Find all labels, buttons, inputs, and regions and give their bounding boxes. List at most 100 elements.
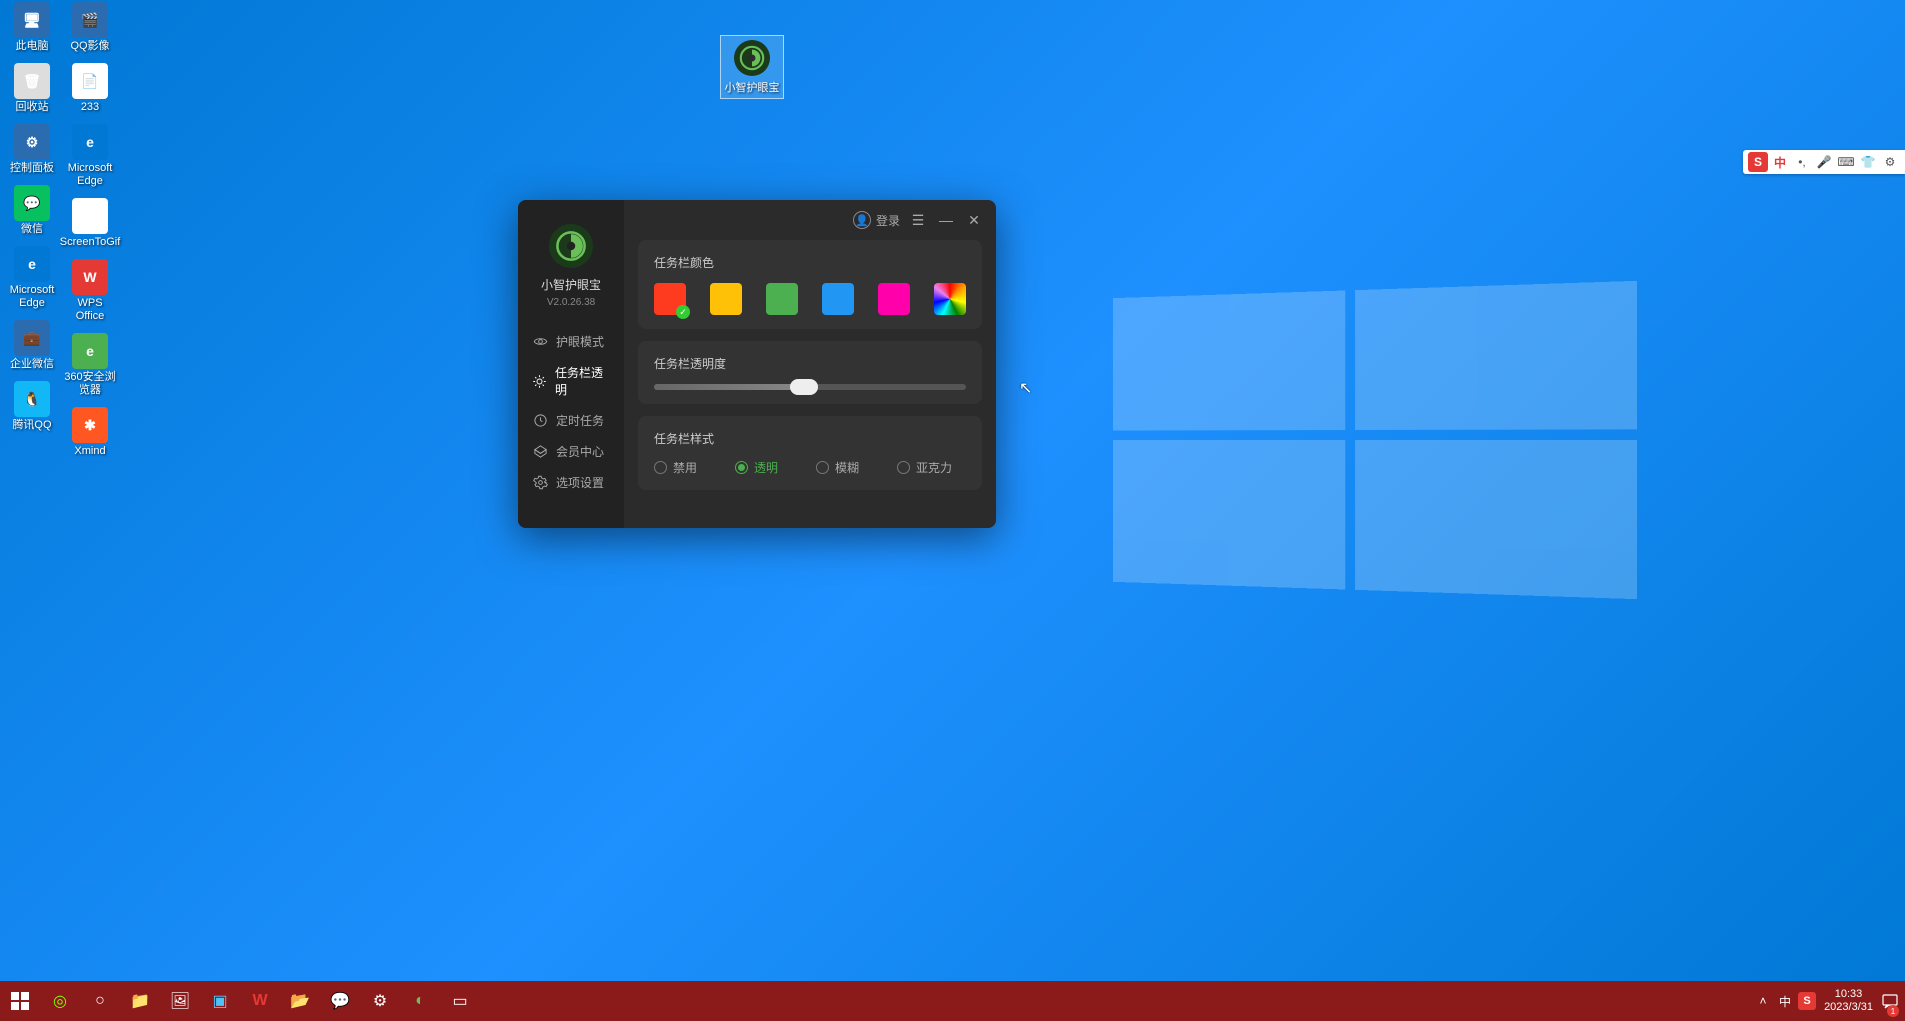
card-taskbar-style: 任务栏样式 禁用 透明 模糊 亚克力: [638, 416, 982, 490]
app-title: 小智护眼宝: [541, 276, 601, 293]
slider-thumb[interactable]: [790, 379, 818, 395]
desktop-icon[interactable]: 📄233: [62, 61, 118, 116]
desktop-icon-xiaozhi-selected[interactable]: 小智护眼宝: [720, 35, 784, 99]
desktop-icon[interactable]: ⚙控制面板: [4, 122, 60, 177]
desktop-icon[interactable]: e360安全浏览器: [62, 331, 118, 399]
nav-item-2[interactable]: 定时任务: [518, 405, 624, 436]
desktop-icon[interactable]: 🐧腾讯QQ: [4, 379, 60, 434]
app-main: 👤 登录 ☰ — ✕ 任务栏颜色 ✓ 任务栏透明度: [624, 200, 996, 528]
minimize-button[interactable]: —: [936, 210, 956, 230]
tb-settings-icon[interactable]: ⚙: [360, 981, 400, 1021]
nav-item-3[interactable]: 会员中心: [518, 436, 624, 467]
icon-label: QQ影像: [70, 40, 109, 53]
start-button[interactable]: [0, 981, 40, 1021]
color-swatch-custom[interactable]: [934, 283, 966, 315]
app-icon: 🗑: [14, 63, 50, 99]
nav-item-1[interactable]: 任务栏透明: [518, 357, 624, 405]
ime-skin-icon[interactable]: 👕: [1858, 152, 1878, 172]
app-icon: 🐧: [14, 381, 50, 417]
taskbar[interactable]: ◎ ○ 📁 🖼 ▣ W 📂 💬 ⚙ ◐ ▭ ˄ 中 S 10:33 2023/3…: [0, 981, 1905, 1021]
login-button[interactable]: 👤 登录: [853, 211, 900, 229]
card-taskbar-opacity: 任务栏透明度: [638, 341, 982, 404]
ime-tools-icon[interactable]: ⚙: [1880, 152, 1900, 172]
icon-label: 此电脑: [16, 40, 49, 53]
color-swatch[interactable]: [766, 283, 798, 315]
desktop-icon[interactable]: ✱Xmind: [62, 405, 118, 460]
app-logo-icon: [734, 40, 770, 76]
nav-label: 选项设置: [556, 474, 604, 491]
tb-image-icon[interactable]: 🖼: [160, 981, 200, 1021]
card-title: 任务栏样式: [654, 430, 966, 447]
radio-dot: [654, 461, 667, 474]
app-icon: 💼: [14, 320, 50, 356]
desktop-icon[interactable]: WWPS Office: [62, 257, 118, 325]
app-icon: ✱: [72, 407, 108, 443]
icon-label: ScreenToGif: [60, 236, 121, 249]
ime-punct-icon[interactable]: •,: [1792, 152, 1812, 172]
app-window-xiaozhi: 小智护眼宝 V2.0.26.38 护眼模式任务栏透明定时任务会员中心选项设置 👤…: [518, 200, 996, 528]
radio-label: 模糊: [835, 459, 859, 476]
color-swatch[interactable]: [878, 283, 910, 315]
icon-label: 微信: [21, 223, 43, 236]
desktop-icon[interactable]: S>GScreenToGif: [62, 196, 118, 251]
color-swatch[interactable]: [710, 283, 742, 315]
color-swatch[interactable]: [822, 283, 854, 315]
tray-lang[interactable]: 中: [1774, 981, 1796, 1021]
radio-label: 亚克力: [916, 459, 952, 476]
menu-button[interactable]: ☰: [908, 210, 928, 230]
radio-label: 透明: [754, 459, 778, 476]
radio-dot: [897, 461, 910, 474]
desktop-icon[interactable]: eMicrosoft Edge: [62, 122, 118, 190]
ime-voice-icon[interactable]: 🎤: [1814, 152, 1834, 172]
desktop-icon[interactable]: 💬微信: [4, 183, 60, 238]
desktop-icon[interactable]: 🎬QQ影像: [62, 0, 118, 55]
icon-label: Microsoft Edge: [64, 162, 116, 188]
tb-360browser-icon[interactable]: ◎: [40, 981, 80, 1021]
card-title: 任务栏透明度: [654, 355, 966, 372]
tb-folder-icon[interactable]: 📂: [280, 981, 320, 1021]
app-icon: 🖥: [14, 2, 50, 38]
icon-label: WPS Office: [64, 297, 116, 323]
desktop-icon[interactable]: eMicrosoft Edge: [4, 244, 60, 312]
desktop-icon[interactable]: 💼 企业微信: [4, 318, 60, 373]
tray-clock[interactable]: 10:33 2023/3/31: [1818, 988, 1879, 1014]
system-tray: ˄ 中 S 10:33 2023/3/31 1: [1752, 981, 1905, 1021]
icon-label: Microsoft Edge: [6, 284, 58, 310]
radio-style-option[interactable]: 透明: [735, 459, 778, 476]
tray-notifications-icon[interactable]: 1: [1879, 981, 1901, 1021]
nav-icon: [532, 413, 548, 429]
tb-wechat-icon[interactable]: 💬: [320, 981, 360, 1021]
nav-icon: [532, 373, 547, 389]
app-icon: W: [72, 259, 108, 295]
close-button[interactable]: ✕: [964, 210, 984, 230]
tb-xiaozhi-icon[interactable]: ◐: [400, 981, 440, 1021]
nav-item-4[interactable]: 选项设置: [518, 467, 624, 498]
nav-icon: [532, 444, 548, 460]
check-icon: ✓: [676, 305, 690, 319]
ime-floating-toolbar[interactable]: S 中 •, 🎤 ⌨ 👕 ⚙: [1743, 150, 1905, 174]
app-icon: e: [72, 333, 108, 369]
sogou-logo-icon[interactable]: S: [1748, 152, 1768, 172]
radio-style-option[interactable]: 禁用: [654, 459, 697, 476]
ime-lang-toggle[interactable]: 中: [1770, 152, 1790, 172]
tb-cortana-icon[interactable]: ○: [80, 981, 120, 1021]
desktop-icon[interactable]: 🖥 此电脑: [4, 0, 60, 55]
radio-dot: [735, 461, 748, 474]
tray-sogou-icon[interactable]: S: [1796, 981, 1818, 1021]
tb-wps-icon[interactable]: W: [240, 981, 280, 1021]
login-label: 登录: [876, 212, 900, 229]
tb-app1-icon[interactable]: ▣: [200, 981, 240, 1021]
tb-explorer-icon[interactable]: 📁: [120, 981, 160, 1021]
icon-label: 企业微信: [10, 358, 54, 371]
radio-style-option[interactable]: 亚克力: [897, 459, 952, 476]
user-icon: 👤: [853, 211, 871, 229]
opacity-slider[interactable]: [654, 384, 966, 390]
color-swatch[interactable]: ✓: [654, 283, 686, 315]
tb-taskview-icon[interactable]: ▭: [440, 981, 480, 1021]
ime-keyboard-icon[interactable]: ⌨: [1836, 152, 1856, 172]
card-title: 任务栏颜色: [654, 254, 966, 271]
nav-item-0[interactable]: 护眼模式: [518, 326, 624, 357]
radio-style-option[interactable]: 模糊: [816, 459, 859, 476]
desktop-icon[interactable]: 🗑回收站: [4, 61, 60, 116]
tray-chevron-icon[interactable]: ˄: [1752, 981, 1774, 1021]
